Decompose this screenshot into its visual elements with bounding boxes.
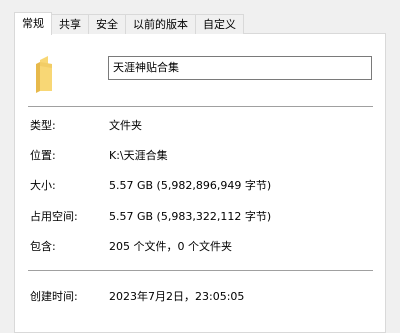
divider bbox=[28, 106, 373, 107]
type-value: 文件夹 bbox=[109, 119, 142, 132]
folder-name-input[interactable]: 天涯神贴合集 bbox=[108, 56, 372, 80]
tab-general[interactable]: 常规 bbox=[14, 12, 52, 35]
folder-icon bbox=[36, 56, 52, 93]
location-label: 位置: bbox=[30, 149, 56, 162]
size-value: 5.57 GB (5,982,896,949 字节) bbox=[109, 179, 272, 192]
created-value: 2023年7月2日，23:05:05 bbox=[109, 290, 245, 303]
size-on-disk-label: 占用空间: bbox=[30, 210, 78, 223]
tab-customize[interactable]: 自定义 bbox=[195, 14, 244, 34]
tab-previous-versions[interactable]: 以前的版本 bbox=[125, 14, 196, 34]
size-label: 大小: bbox=[30, 179, 56, 192]
tab-sharing[interactable]: 共享 bbox=[51, 14, 89, 34]
created-label: 创建时间: bbox=[30, 290, 78, 303]
location-value: K:\天涯合集 bbox=[109, 149, 168, 162]
contains-label: 包含: bbox=[30, 240, 56, 253]
divider bbox=[28, 270, 373, 271]
size-on-disk-value: 5.57 GB (5,983,322,112 字节) bbox=[109, 210, 272, 223]
tab-bar: 常规 共享 安全 以前的版本 自定义 bbox=[14, 12, 244, 35]
type-label: 类型: bbox=[30, 119, 56, 132]
contains-value: 205 个文件，0 个文件夹 bbox=[109, 240, 232, 253]
tab-security[interactable]: 安全 bbox=[88, 14, 126, 34]
